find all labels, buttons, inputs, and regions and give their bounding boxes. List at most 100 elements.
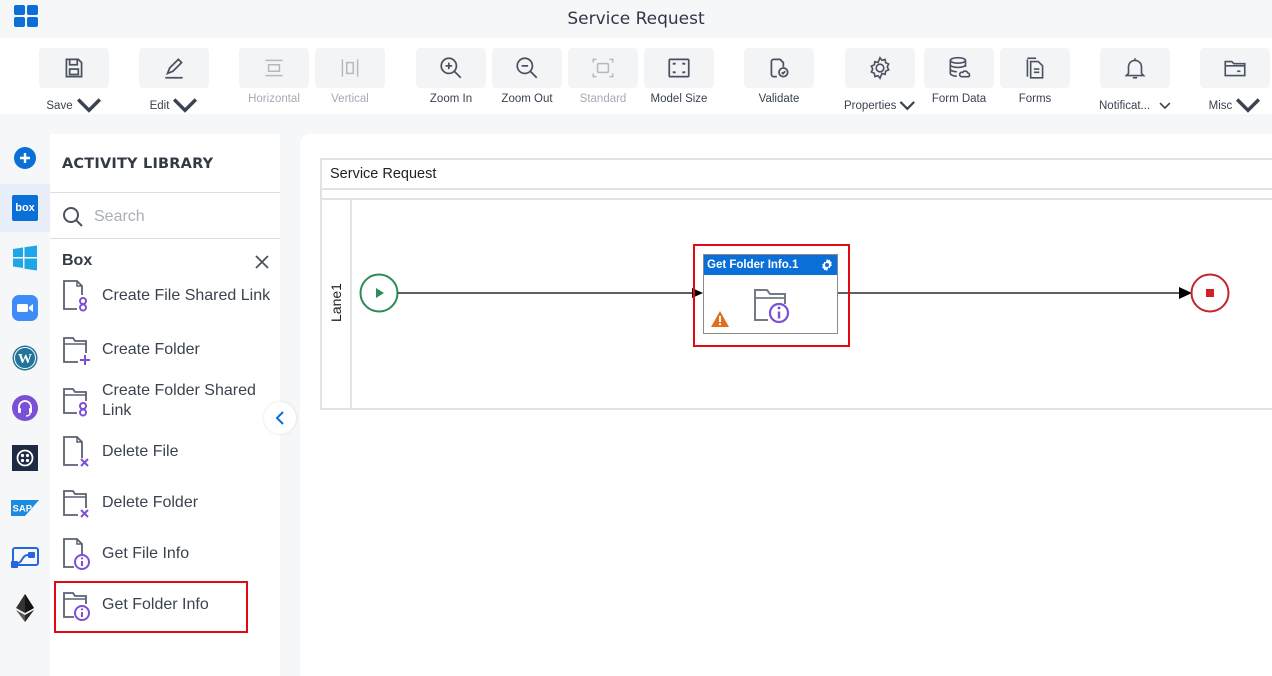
gear-icon — [870, 56, 890, 80]
pencil-icon — [165, 58, 183, 79]
zoom-logo-icon — [12, 295, 38, 321]
form-data-button[interactable]: Form Data — [923, 48, 995, 114]
divider — [322, 198, 1272, 200]
rail-item-twilio[interactable] — [0, 434, 50, 482]
chevron-down-icon — [1236, 98, 1261, 113]
forms-button[interactable]: Forms — [999, 48, 1071, 114]
task-header: Get Folder Info.1 — [704, 255, 837, 275]
lane-name: Lane1 — [328, 283, 344, 322]
model-size-button[interactable]: Model Size — [643, 48, 715, 114]
standard-button[interactable]: Standard — [567, 48, 639, 114]
zoom-out-icon — [516, 57, 538, 79]
box-logo-icon: box — [12, 195, 38, 221]
activity-label: Delete File — [102, 443, 179, 460]
warning-icon[interactable] — [711, 311, 729, 327]
stop-icon — [1206, 289, 1214, 297]
vertical-button[interactable]: Vertical — [314, 48, 386, 114]
rail-item-windows[interactable] — [0, 234, 50, 282]
model-size-label: Model Size — [650, 93, 708, 105]
activity-create-file-shared-link[interactable]: Create File Shared Link — [62, 279, 272, 313]
folder-info-icon — [63, 592, 90, 621]
form-data-label: Form Data — [931, 93, 987, 105]
activity-create-folder-shared-link[interactable]: Create Folder Shared Link — [62, 381, 272, 421]
rail-item-support[interactable] — [0, 384, 50, 432]
horizontal-button[interactable]: Horizontal — [238, 48, 310, 114]
divider — [322, 188, 1272, 190]
folder-delete-icon — [63, 490, 89, 518]
file-link-icon — [63, 280, 87, 312]
gear-icon[interactable] — [820, 258, 834, 272]
validate-button[interactable]: Validate — [743, 48, 815, 114]
search-input[interactable] — [94, 208, 264, 226]
save-button[interactable]: Save — [38, 48, 110, 114]
activity-create-folder[interactable]: Create Folder — [62, 333, 272, 367]
bell-icon — [1124, 58, 1146, 79]
activity-label: Delete Folder — [102, 494, 199, 511]
activity-label: Create Folder Shared Link — [102, 382, 256, 419]
rail-item-zoom[interactable] — [0, 284, 50, 332]
activity-label: Create Folder — [102, 341, 200, 358]
chevron-down-icon — [173, 98, 198, 113]
activity-get-folder-info[interactable]: Get Folder Info — [62, 588, 272, 622]
rail-item-power-automate[interactable] — [0, 534, 50, 582]
svg-text:SAP: SAP — [13, 504, 33, 515]
rail-item-add[interactable] — [0, 134, 50, 182]
page-title: Service Request — [567, 9, 705, 29]
chevron-down-icon — [1159, 102, 1171, 110]
search-icon — [63, 207, 83, 227]
model-size-icon — [668, 58, 690, 78]
rail-item-box[interactable]: box — [0, 184, 50, 232]
pool-name: Service Request — [330, 166, 437, 182]
standard-size-icon — [592, 58, 614, 78]
divider — [50, 238, 280, 239]
activity-delete-folder[interactable]: Delete Folder — [62, 486, 272, 520]
rail-item-sap[interactable]: SAP — [0, 484, 50, 532]
vertical-label: Vertical — [331, 93, 369, 105]
category-label: Box — [62, 252, 93, 269]
power-automate-icon — [11, 547, 39, 568]
zoom-out-label: Zoom Out — [501, 93, 553, 105]
file-info-icon — [63, 538, 90, 570]
activity-delete-file[interactable]: Delete File — [62, 435, 272, 469]
integrations-rail: box W SAP — [0, 134, 50, 676]
folder-info-icon — [754, 289, 790, 324]
task-get-folder-info[interactable]: Get Folder Info.1 — [703, 254, 838, 334]
zoom-in-button[interactable]: Zoom In — [415, 48, 487, 114]
rail-item-wordpress[interactable]: W — [0, 334, 50, 382]
database-icon — [949, 56, 971, 78]
file-delete-icon — [63, 436, 89, 467]
end-event[interactable] — [1190, 273, 1230, 313]
edit-label: Edit — [149, 100, 170, 112]
activity-library-panel: ACTIVITY LIBRARY Box Create File Shared … — [50, 134, 280, 676]
validate-label: Validate — [758, 93, 800, 105]
zoom-out-button[interactable]: Zoom Out — [491, 48, 563, 114]
svg-text:W: W — [18, 352, 32, 367]
activity-label: Get Folder Info — [102, 596, 209, 613]
lane-header[interactable]: Lane1 — [322, 200, 352, 410]
misc-label: Misc — [1208, 100, 1233, 112]
collapse-panel-button[interactable] — [264, 402, 296, 434]
activity-get-file-info[interactable]: Get File Info — [62, 537, 272, 571]
rail-item-ethereum[interactable] — [0, 584, 50, 632]
folder-icon — [1224, 60, 1246, 77]
chevron-down-icon — [900, 101, 916, 111]
save-icon — [65, 58, 83, 78]
forms-icon — [1026, 57, 1044, 79]
misc-button[interactable]: Misc — [1199, 48, 1271, 114]
ethereum-logo-icon — [16, 594, 34, 622]
twilio-logo-icon — [12, 445, 38, 471]
notifications-button[interactable]: Notificat... — [1099, 48, 1171, 114]
task-title: Get Folder Info.1 — [707, 259, 799, 271]
edit-button[interactable]: Edit — [138, 48, 210, 114]
plus-circle-icon — [14, 147, 36, 169]
start-event[interactable] — [359, 273, 399, 313]
notifications-label: Notificat... — [1099, 100, 1151, 112]
close-icon[interactable] — [254, 254, 270, 270]
horizontal-label: Horizontal — [248, 93, 300, 105]
headset-icon — [12, 395, 38, 421]
divider — [50, 192, 280, 193]
properties-button[interactable]: Properties — [844, 48, 916, 114]
sap-logo-icon: SAP — [11, 500, 39, 516]
toolbar: Save Edit Horizontal Vertical Zoom In Zo… — [0, 38, 1272, 114]
folder-plus-icon — [63, 337, 90, 365]
